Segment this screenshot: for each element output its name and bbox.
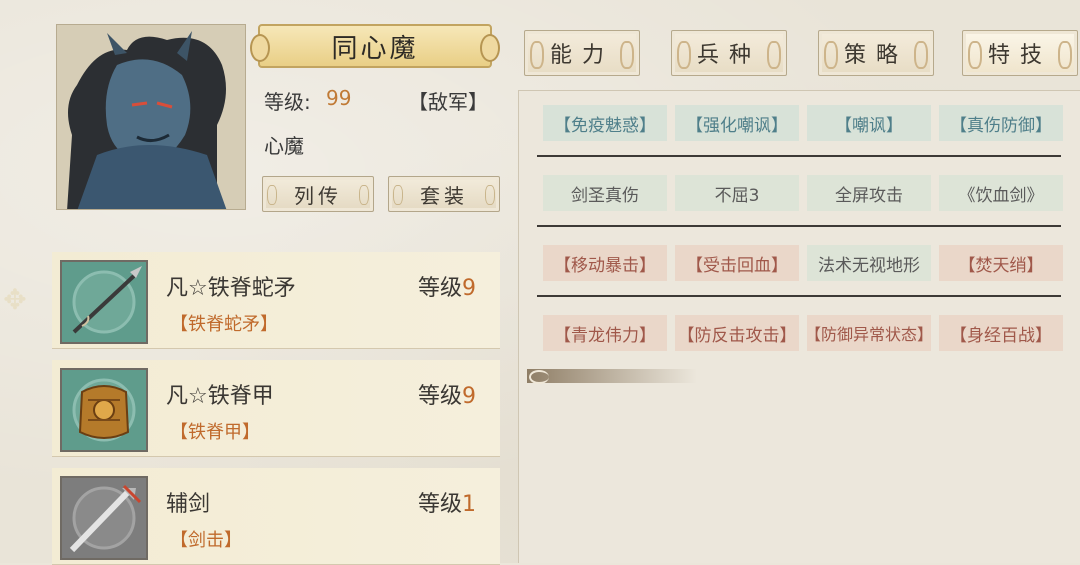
skill-badge[interactable]: 【青龙伟力】 — [543, 315, 667, 351]
set-button[interactable]: 套装 — [388, 176, 500, 212]
ornament-icon — [359, 185, 369, 205]
equipment-level: 等级9 — [418, 378, 476, 410]
faction-label: 【敌军】 — [408, 90, 488, 114]
skill-row: 【青龙伟力】 【防反击攻击】 【防御异常状态】 【身经百战】 — [539, 315, 1079, 355]
skill-badge[interactable]: 剑圣真伤 — [543, 175, 667, 211]
equipment-level-value: 9 — [462, 276, 476, 301]
skill-badge[interactable]: 不屈3 — [675, 175, 799, 211]
armor-icon — [60, 368, 148, 452]
tab-label: 特技 — [987, 43, 1052, 68]
equipment-item[interactable]: 辅剑 等级1 【剑击】 — [52, 468, 500, 565]
tab-troop-type[interactable]: 兵种 — [671, 30, 787, 76]
row-divider — [537, 225, 1061, 227]
ornament-icon — [267, 185, 277, 205]
skill-badge[interactable]: 【移动暴击】 — [543, 245, 667, 281]
tab-label: 策略 — [843, 43, 908, 68]
equipment-name: 凡☆铁脊蛇矛 — [166, 276, 296, 301]
ornament-icon — [530, 41, 544, 69]
level-row: 等级: 99 【敌军】 — [264, 86, 492, 116]
panel-end-ornament — [527, 369, 697, 384]
level-label: 等级: — [264, 90, 311, 114]
character-portrait — [56, 24, 246, 210]
skill-badge[interactable]: 【身经百战】 — [939, 315, 1063, 351]
skill-badge[interactable]: 【受击回血】 — [675, 245, 799, 281]
equipment-name: 凡☆铁脊甲 — [166, 384, 274, 409]
skill-badge[interactable]: 【防御异常状态】 — [805, 315, 933, 351]
ornament-icon — [914, 41, 928, 69]
equipment-tag: 【铁脊蛇矛】 — [170, 314, 278, 335]
ornament-icon — [677, 41, 691, 69]
equipment-level-value: 9 — [462, 384, 476, 409]
tab-strategy[interactable]: 策略 — [818, 30, 934, 76]
equipment-level-label: 等级 — [417, 384, 462, 409]
ornament-icon — [485, 185, 495, 205]
character-type: 心魔 — [264, 134, 304, 158]
equipment-level: 等级9 — [418, 270, 476, 302]
tab-ability[interactable]: 能力 — [524, 30, 640, 76]
skill-row: 剑圣真伤 不屈3 全屏攻击 《饮血剑》 — [539, 175, 1079, 215]
skill-badge[interactable]: 《饮血剑》 — [939, 175, 1063, 211]
ornament-icon — [767, 41, 781, 69]
skill-badge[interactable]: 法术无视地形 — [807, 245, 931, 281]
skill-badge[interactable]: 【强化嘲讽】 — [675, 105, 799, 141]
level-value: 99 — [326, 86, 352, 110]
equipment-level: 等级1 — [418, 486, 476, 518]
scroll-curl-icon — [529, 370, 549, 384]
tab-label: 兵种 — [696, 43, 761, 68]
tab-special-skills[interactable]: 特技 — [962, 30, 1078, 76]
equipment-level-value: 1 — [462, 492, 476, 517]
biography-button[interactable]: 列传 — [262, 176, 374, 212]
ornament-icon — [968, 41, 982, 69]
skill-badge[interactable]: 【焚天绡】 — [939, 245, 1063, 281]
skill-row: 【免疫魅惑】 【强化嘲讽】 【嘲讽】 【真伤防御】 — [539, 105, 1079, 145]
side-ornament-icon[interactable]: ✥ — [0, 280, 30, 320]
skill-badge[interactable]: 【防反击攻击】 — [675, 315, 799, 351]
sword-icon — [60, 476, 148, 560]
row-divider — [537, 155, 1061, 157]
ornament-icon — [393, 185, 403, 205]
skill-badge[interactable]: 【免疫魅惑】 — [543, 105, 667, 141]
character-name: 同心魔 — [331, 33, 419, 64]
skill-panel: 【免疫魅惑】 【强化嘲讽】 【嘲讽】 【真伤防御】 剑圣真伤 不屈3 全屏攻击 … — [518, 90, 1080, 563]
equipment-level-label: 等级 — [417, 276, 462, 301]
spear-icon — [60, 260, 148, 344]
equipment-tag: 【剑击】 — [170, 530, 242, 551]
equipment-item[interactable]: 凡☆铁脊蛇矛 等级9 【铁脊蛇矛】 — [52, 252, 500, 349]
character-name-plate: 同心魔 — [250, 24, 500, 68]
equipment-tag: 【铁脊甲】 — [170, 422, 260, 443]
skill-badge[interactable]: 全屏攻击 — [807, 175, 931, 211]
biography-button-label: 列传 — [294, 183, 342, 208]
skill-badge[interactable]: 【嘲讽】 — [807, 105, 931, 141]
equipment-item[interactable]: 凡☆铁脊甲 等级9 【铁脊甲】 — [52, 360, 500, 457]
ornament-icon — [824, 41, 838, 69]
equipment-name: 辅剑 — [166, 492, 211, 517]
set-button-label: 套装 — [420, 183, 468, 208]
skill-badge[interactable]: 【真伤防御】 — [939, 105, 1063, 141]
row-divider — [537, 295, 1061, 297]
skill-row: 【移动暴击】 【受击回血】 法术无视地形 【焚天绡】 — [539, 245, 1079, 285]
ornament-icon — [1058, 41, 1072, 69]
ornament-icon — [620, 41, 634, 69]
tab-label: 能力 — [549, 43, 614, 68]
equipment-level-label: 等级 — [417, 492, 462, 517]
